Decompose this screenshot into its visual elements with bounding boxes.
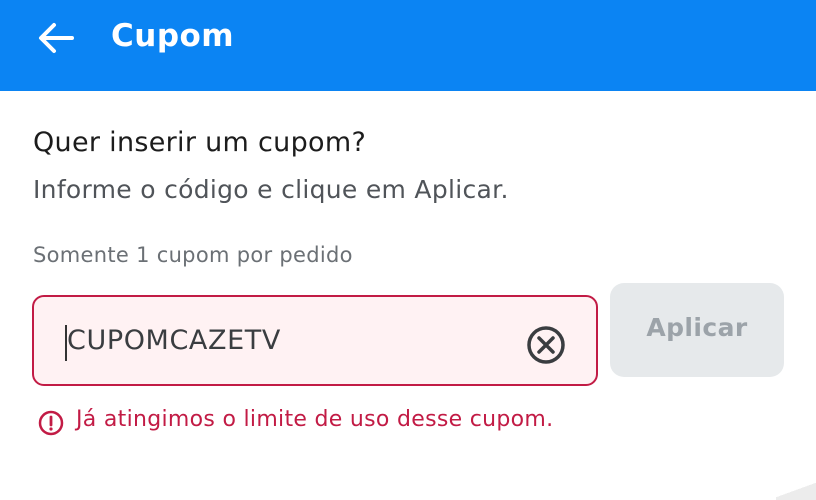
apply-button[interactable]: Aplicar bbox=[610, 283, 784, 377]
app-bar: Cupom bbox=[0, 0, 816, 91]
page-title: Cupom bbox=[111, 18, 235, 54]
coupon-subheading: Informe o código e clique em Aplicar. bbox=[33, 175, 509, 204]
alert-circle-icon bbox=[38, 410, 64, 436]
coupon-limit-hint: Somente 1 cupom por pedido bbox=[33, 243, 353, 267]
arrow-left-icon[interactable] bbox=[34, 18, 78, 58]
coupon-heading: Quer inserir um cupom? bbox=[33, 127, 367, 158]
clear-circle-icon[interactable] bbox=[525, 324, 567, 366]
error-message: Já atingimos o limite de uso desse cupom… bbox=[76, 407, 554, 432]
coupon-code-value[interactable]: CUPOMCAZETV bbox=[67, 321, 281, 361]
coupon-code-field[interactable]: CUPOMCAZETV bbox=[32, 295, 598, 386]
corner-divider bbox=[776, 480, 816, 500]
